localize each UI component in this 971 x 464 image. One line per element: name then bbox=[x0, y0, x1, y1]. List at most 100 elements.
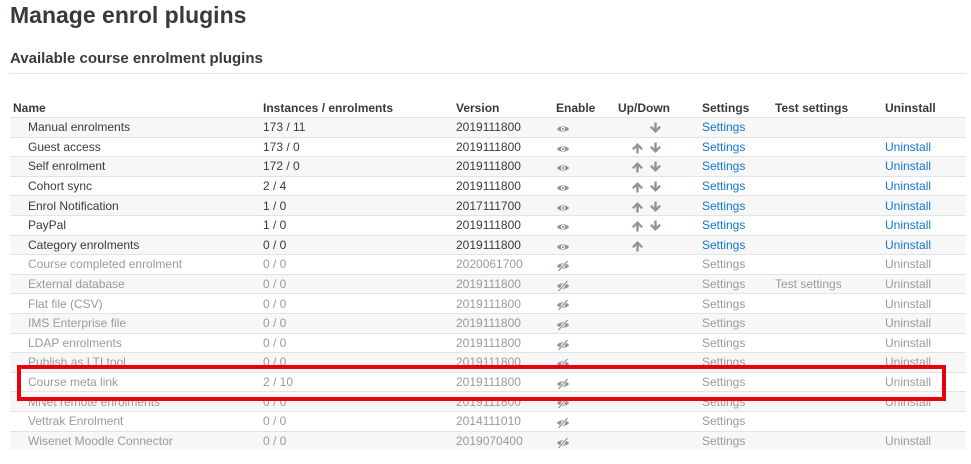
plugin-version: 2019111800 bbox=[453, 371, 553, 392]
settings-cell: Settings bbox=[699, 156, 772, 177]
settings-link[interactable]: Settings bbox=[702, 414, 745, 428]
eye-icon[interactable] bbox=[556, 241, 570, 251]
plugin-version: 2019111800 bbox=[453, 332, 553, 353]
plugin-name: Manual enrolments bbox=[10, 117, 260, 138]
uninstall-link[interactable]: Uninstall bbox=[885, 336, 931, 350]
updown-cell bbox=[615, 430, 699, 451]
settings-link[interactable]: Settings bbox=[702, 120, 745, 134]
eye-slash-icon[interactable] bbox=[556, 436, 570, 449]
settings-cell: Settings bbox=[699, 175, 772, 196]
settings-link[interactable]: Settings bbox=[702, 218, 745, 232]
eye-slash-icon[interactable] bbox=[556, 417, 570, 429]
uninstall-link[interactable]: Uninstall bbox=[885, 199, 931, 213]
settings-link[interactable]: Settings bbox=[702, 159, 745, 173]
arrow-up-icon[interactable] bbox=[631, 142, 644, 154]
eye-icon[interactable] bbox=[556, 143, 570, 153]
plugin-version: 2019111800 bbox=[453, 391, 553, 412]
settings-cell: Settings bbox=[699, 273, 772, 294]
settings-cell: Settings bbox=[699, 371, 772, 392]
table-header-row: Name Instances / enrolments Version Enab… bbox=[10, 98, 966, 118]
arrow-up-icon[interactable] bbox=[631, 240, 644, 252]
uninstall-link[interactable]: Uninstall bbox=[885, 179, 931, 193]
uninstall-link[interactable]: Uninstall bbox=[885, 355, 931, 369]
test-settings-link[interactable]: Test settings bbox=[775, 277, 842, 291]
header-uninstall: Uninstall bbox=[882, 98, 966, 118]
header-version: Version bbox=[453, 98, 553, 118]
uninstall-link[interactable]: Uninstall bbox=[885, 395, 931, 409]
uninstall-cell: Uninstall bbox=[882, 332, 966, 353]
settings-link[interactable]: Settings bbox=[702, 434, 745, 448]
arrow-up-icon[interactable] bbox=[631, 181, 644, 193]
uninstall-link[interactable]: Uninstall bbox=[885, 257, 931, 271]
plugin-name: MNet remote enrolments bbox=[10, 391, 260, 412]
plugin-instances: 0 / 0 bbox=[260, 312, 453, 334]
settings-link[interactable]: Settings bbox=[702, 297, 745, 311]
uninstall-link[interactable]: Uninstall bbox=[885, 277, 931, 291]
settings-link[interactable]: Settings bbox=[702, 257, 745, 271]
table-row: Enrol Notification 1 / 0 2017111700 Setting… bbox=[10, 195, 966, 216]
table-row: LDAP enrolments 0 / 0 2019111800 Settings Un… bbox=[10, 332, 966, 353]
arrow-down-icon[interactable] bbox=[649, 181, 662, 193]
settings-link[interactable]: Settings bbox=[702, 179, 745, 193]
updown-cell bbox=[615, 332, 699, 353]
settings-cell: Settings bbox=[699, 254, 772, 275]
settings-link[interactable]: Settings bbox=[702, 336, 745, 350]
updown-cell bbox=[615, 117, 699, 138]
settings-link[interactable]: Settings bbox=[702, 277, 745, 291]
eye-slash-icon[interactable] bbox=[556, 299, 570, 312]
arrow-down-icon[interactable] bbox=[649, 122, 662, 134]
eye-icon[interactable] bbox=[556, 123, 570, 133]
eye-slash-icon[interactable] bbox=[556, 397, 570, 410]
updown-cell bbox=[615, 352, 699, 373]
settings-link[interactable]: Settings bbox=[702, 140, 745, 154]
eye-slash-icon[interactable] bbox=[556, 260, 570, 273]
uninstall-cell: Uninstall bbox=[882, 293, 966, 314]
arrow-down-icon[interactable] bbox=[649, 142, 662, 154]
settings-link[interactable]: Settings bbox=[702, 355, 745, 369]
uninstall-link[interactable]: Uninstall bbox=[885, 159, 931, 173]
uninstall-cell: Uninstall bbox=[882, 234, 966, 255]
plugin-instances: 0 / 0 bbox=[260, 293, 453, 314]
arrow-down-icon[interactable] bbox=[649, 220, 662, 232]
arrow-up-icon[interactable] bbox=[631, 161, 644, 173]
settings-cell: Settings bbox=[699, 136, 772, 157]
uninstall-link[interactable]: Uninstall bbox=[885, 297, 931, 311]
arrow-up-icon[interactable] bbox=[631, 201, 644, 213]
plugin-name: External database bbox=[10, 273, 260, 294]
arrow-up-icon[interactable] bbox=[631, 220, 644, 232]
settings-link[interactable]: Settings bbox=[702, 375, 745, 389]
settings-link[interactable]: Settings bbox=[702, 395, 745, 409]
eye-icon[interactable] bbox=[556, 162, 570, 172]
uninstall-cell bbox=[882, 117, 966, 138]
plugin-name: PayPal bbox=[10, 214, 260, 236]
uninstall-cell: Uninstall bbox=[882, 352, 966, 373]
plugin-instances: 1 / 0 bbox=[260, 214, 453, 236]
settings-link[interactable]: Settings bbox=[702, 316, 745, 330]
test-settings-cell bbox=[772, 293, 882, 314]
eye-slash-icon[interactable] bbox=[556, 338, 570, 351]
uninstall-link[interactable]: Uninstall bbox=[885, 218, 931, 232]
table-row: Manual enrolments 173 / 11 2019111800 Setti… bbox=[10, 117, 966, 138]
eye-icon[interactable] bbox=[556, 221, 570, 231]
uninstall-link[interactable]: Uninstall bbox=[885, 375, 931, 389]
test-settings-cell bbox=[772, 371, 882, 392]
uninstall-link[interactable]: Uninstall bbox=[885, 434, 931, 448]
eye-slash-icon[interactable] bbox=[556, 378, 570, 390]
test-settings-cell bbox=[772, 214, 882, 236]
settings-link[interactable]: Settings bbox=[702, 199, 745, 213]
arrow-down-icon[interactable] bbox=[649, 161, 662, 173]
eye-slash-icon[interactable] bbox=[556, 358, 570, 371]
settings-cell: Settings bbox=[699, 234, 772, 255]
plugin-name: Course meta link bbox=[10, 371, 260, 392]
eye-icon[interactable] bbox=[556, 182, 570, 192]
eye-icon[interactable] bbox=[556, 202, 570, 212]
uninstall-link[interactable]: Uninstall bbox=[885, 238, 931, 252]
uninstall-link[interactable]: Uninstall bbox=[885, 316, 931, 330]
arrow-down-icon[interactable] bbox=[649, 201, 662, 213]
uninstall-link[interactable]: Uninstall bbox=[885, 140, 931, 154]
eye-slash-icon[interactable] bbox=[556, 280, 570, 292]
table-row: Cohort sync 2 / 4 2019111800 Settings Uninst… bbox=[10, 175, 966, 196]
settings-link[interactable]: Settings bbox=[702, 238, 745, 252]
eye-slash-icon[interactable] bbox=[556, 319, 570, 331]
table-row: Category enrolments 0 / 0 2019111800 Settin… bbox=[10, 234, 966, 255]
